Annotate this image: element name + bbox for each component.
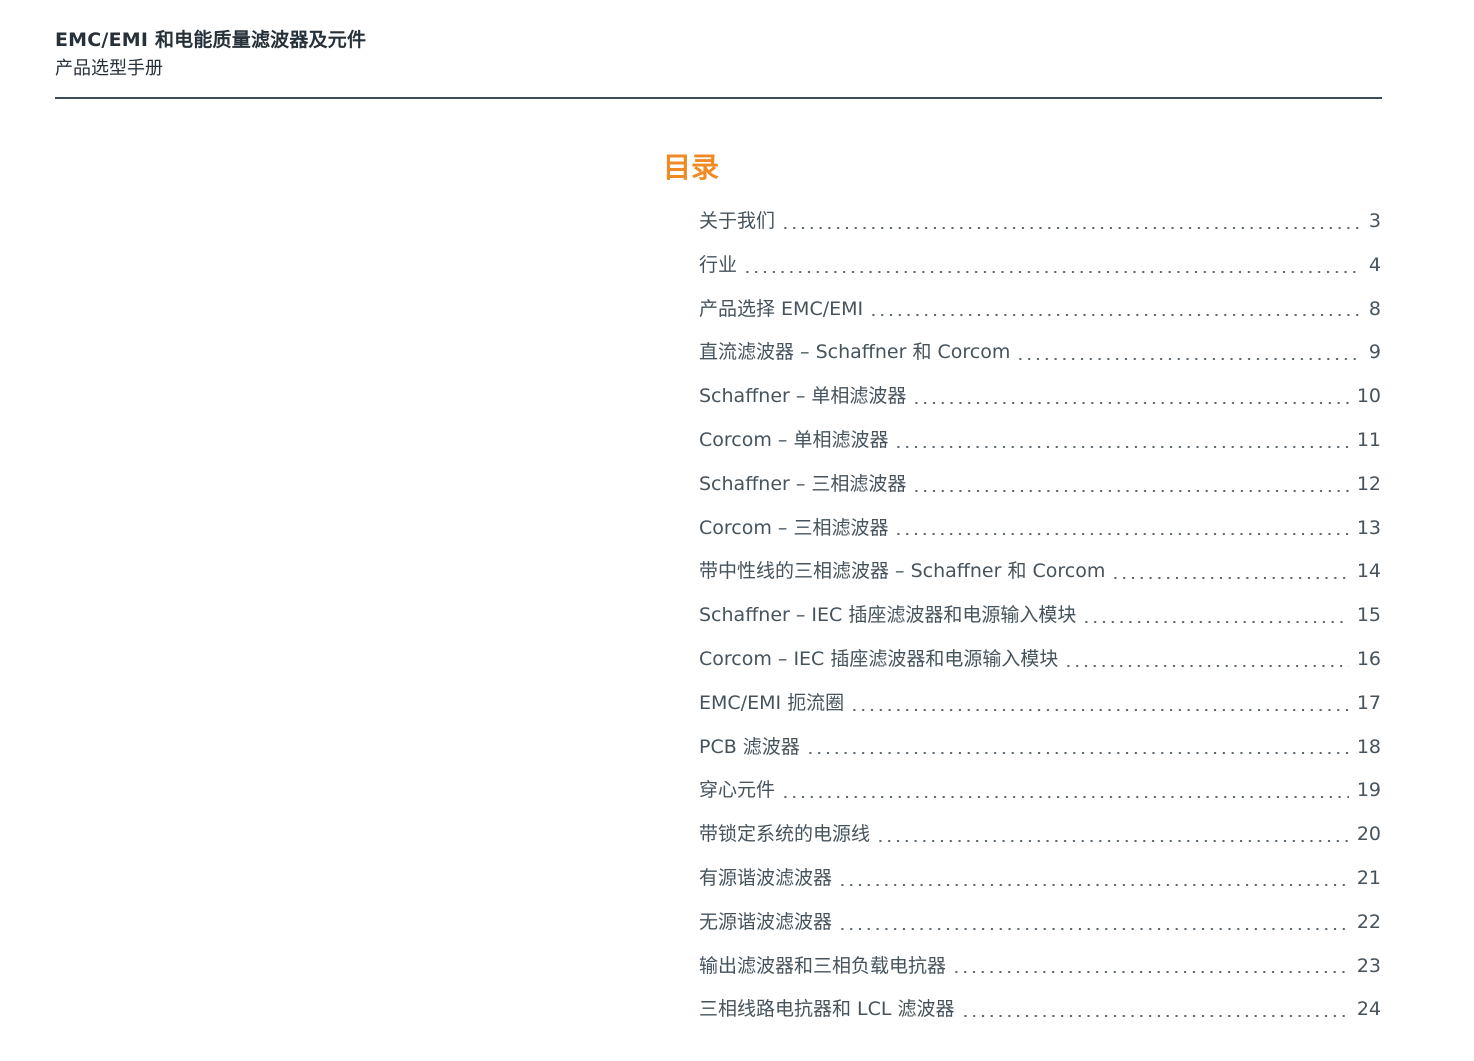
toc-entry-page: 17 [1356,691,1381,714]
toc-heading: 目录 [663,151,720,184]
toc-entry-label: 带锁定系统的电源线 [699,823,871,846]
toc-entry-page: 24 [1356,998,1381,1021]
toc-entry-page: 16 [1356,647,1381,670]
toc-entry-page: 22 [1356,910,1381,933]
toc-entry-page: 23 [1356,954,1381,977]
toc-entry-page: 10 [1356,385,1381,408]
toc-entry-label: 产品选择 EMC/EMI [699,297,864,320]
toc-entry-page: 13 [1356,516,1381,539]
dot-leader [876,840,1349,843]
toc-entry-label: PCB 滤波器 [699,735,800,758]
dot-leader [838,883,1349,886]
dot-leader [850,708,1349,711]
toc-entry[interactable]: Schaffner – 单相滤波器 10 [699,375,1381,419]
toc-entry-label: Schaffner – 三相滤波器 [699,472,907,495]
toc-entry-page: 3 [1368,210,1381,232]
dot-leader [960,1015,1349,1018]
toc-entry-label: 带中性线的三相滤波器 – Schaffner 和 Corcom [699,560,1106,583]
toc-entry-label: Corcom – IEC 插座滤波器和电源输入模块 [699,647,1059,670]
header-divider [55,97,1382,99]
toc-entry-label: Corcom – 三相滤波器 [699,516,889,539]
toc-entry-label: 穿心元件 [699,779,776,802]
dot-leader [781,796,1349,799]
dot-leader [869,314,1361,317]
toc-entry-page: 9 [1368,341,1381,364]
dot-leader [952,971,1349,974]
toc-entry[interactable]: 行业 4 [699,244,1381,288]
toc-entry-label: Schaffner – IEC 插座滤波器和电源输入模块 [699,604,1077,627]
toc-entry-page: 15 [1356,604,1381,627]
toc-entry[interactable]: Corcom – 三相滤波器 13 [699,507,1381,551]
document-title: EMC/EMI 和电能质量滤波器及元件 [55,29,367,51]
toc-entry[interactable]: Schaffner – IEC 插座滤波器和电源输入模块 15 [699,594,1381,638]
toc-entry-label: 三相线路电抗器和 LCL 滤波器 [699,998,955,1021]
toc-entry-label: 关于我们 [699,210,776,232]
toc-entry[interactable]: 带中性线的三相滤波器 – Schaffner 和 Corcom 14 [699,550,1381,594]
dot-leader [894,445,1349,448]
dot-leader [781,226,1361,229]
toc-entry-label: 无源谐波滤波器 [699,910,833,933]
dot-leader [838,927,1349,930]
toc-entry-page: 11 [1356,428,1381,451]
toc-entry-page: 18 [1356,735,1381,758]
toc-entry-page: 12 [1356,472,1381,495]
toc-entry-label: 行业 [699,253,738,276]
toc-entry[interactable]: Corcom – IEC 插座滤波器和电源输入模块 16 [699,638,1381,682]
page-header: EMC/EMI 和电能质量滤波器及元件 产品选型手册 [55,28,1382,81]
toc-entry[interactable]: 穿心元件 19 [699,769,1381,813]
toc-entry-page: 8 [1368,297,1381,320]
toc-entry-label: 直流滤波器 – Schaffner 和 Corcom [699,341,1011,364]
toc-entry-page: 14 [1356,560,1381,583]
dot-leader [805,752,1349,755]
toc-entry[interactable]: 产品选择 EMC/EMI 8 [699,288,1381,332]
table-of-contents: 关于我们 3 行业 4 产品选择 EMC/EMI 8 直流滤波器 – Schaf… [699,200,1381,1032]
toc-entry-label: EMC/EMI 扼流圈 [699,691,845,714]
document-subtitle: 产品选型手册 [55,58,163,79]
dot-leader [1064,664,1349,667]
toc-entry[interactable]: PCB 滤波器 18 [699,726,1381,770]
toc-entry[interactable]: 无源谐波滤波器 22 [699,901,1381,945]
toc-entry-label: Schaffner – 单相滤波器 [699,385,907,408]
dot-leader [912,402,1349,405]
dot-leader [1082,621,1349,624]
toc-entry[interactable]: 关于我们 3 [699,200,1381,244]
dot-leader [912,489,1349,492]
dot-leader [743,270,1361,273]
toc-entry-page: 21 [1356,866,1381,889]
toc-entry-page: 4 [1368,253,1381,276]
toc-entry[interactable]: 输出滤波器和三相负载电抗器 23 [699,945,1381,989]
toc-entry[interactable]: 三相线路电抗器和 LCL 滤波器 24 [699,988,1381,1032]
toc-entry[interactable]: Schaffner – 三相滤波器 12 [699,463,1381,507]
toc-entry-label: 有源谐波滤波器 [699,866,833,889]
toc-entry-label: 输出滤波器和三相负载电抗器 [699,954,947,977]
toc-entry[interactable]: Corcom – 单相滤波器 11 [699,419,1381,463]
dot-leader [1016,358,1361,361]
toc-entry[interactable]: 直流滤波器 – Schaffner 和 Corcom 9 [699,331,1381,375]
toc-entry[interactable]: EMC/EMI 扼流圈 17 [699,682,1381,726]
dot-leader [1111,577,1349,580]
dot-leader [894,533,1349,536]
toc-entry-page: 20 [1356,823,1381,846]
toc-entry-label: Corcom – 单相滤波器 [699,428,889,451]
toc-entry[interactable]: 有源谐波滤波器 21 [699,857,1381,901]
toc-entry[interactable]: 带锁定系统的电源线 20 [699,813,1381,857]
toc-entry-page: 19 [1356,779,1381,802]
